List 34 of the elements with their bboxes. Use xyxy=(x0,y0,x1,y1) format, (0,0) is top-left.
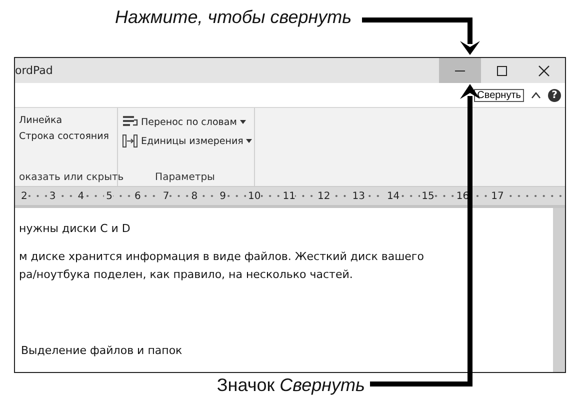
callout-text: Нажмите, чтобы свернуть xyxy=(115,7,352,27)
group-label: оказать или скрыть xyxy=(19,172,124,183)
heading-text: Выделение файлов и папок xyxy=(20,343,184,359)
ribbon-option[interactable]: Линейка xyxy=(19,115,62,126)
ruler-units-icon xyxy=(122,134,138,148)
paragraph-line: ра/ноутбука поделен, как правило, на несколько частей. xyxy=(19,267,354,283)
maximize-icon xyxy=(496,64,508,76)
word-wrap-icon xyxy=(122,115,138,129)
window-title: ordPad xyxy=(15,64,53,77)
ruler-number: 4 xyxy=(76,190,84,202)
ruler-number: 13 xyxy=(350,190,365,202)
callout-text: Значок Свернуть xyxy=(216,375,365,396)
ribbon-option[interactable]: Строка состояния xyxy=(19,131,110,142)
close-icon xyxy=(538,64,550,76)
group-label: Параметры xyxy=(155,172,215,183)
ruler-number: 8 xyxy=(189,190,198,202)
ruler-number: 10 xyxy=(246,190,261,202)
help-button[interactable]: ? xyxy=(548,88,561,102)
ruler-number: 17 xyxy=(489,190,504,202)
heading-text: нужны диски C и D xyxy=(19,221,132,237)
ruler-number: 9 xyxy=(218,190,226,202)
ruler-number: 2 xyxy=(19,190,28,202)
ruler-number: 14 xyxy=(384,190,400,202)
tooltip: Свернуть xyxy=(474,88,524,102)
ruler-number: 5 xyxy=(104,190,112,202)
ruler-number: 6 xyxy=(132,190,141,202)
ruler-number: 11 xyxy=(280,190,296,202)
paragraph-line: м диске хранится информация в виде файлов. Жесткий диск вашего xyxy=(19,249,425,265)
ribbon-button[interactable]: Перенос по словам xyxy=(141,116,237,128)
ruler-number: 3 xyxy=(47,190,56,202)
ruler-number: 7 xyxy=(160,190,170,202)
ribbon-button[interactable]: Единицы измерения xyxy=(141,136,244,146)
collapse-ribbon-icon[interactable] xyxy=(531,91,541,99)
ruler-number: 15 xyxy=(420,190,434,202)
